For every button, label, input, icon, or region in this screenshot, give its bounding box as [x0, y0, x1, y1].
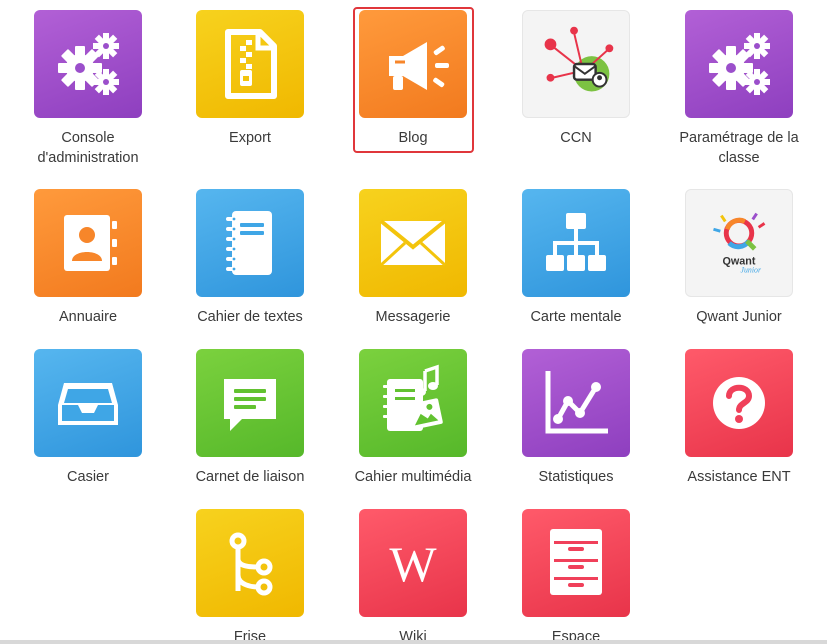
ccn-network-icon [522, 10, 630, 118]
inbox-tray-icon [34, 349, 142, 457]
app-label: Export [229, 130, 271, 146]
app-label: Messagerie [375, 309, 451, 325]
app-label: Assistance ENT [687, 469, 791, 485]
notebook-icon [196, 189, 304, 297]
timeline-branch-icon [196, 509, 304, 617]
wiki-glyph: W [389, 536, 437, 592]
app-label: Carte mentale [530, 309, 622, 325]
drawers-icon [522, 509, 630, 617]
app-label: Statistiques [538, 469, 614, 485]
line-chart-icon [522, 349, 630, 457]
qwant-logo-icon: Qwant Junior [685, 189, 793, 297]
app-label: Annuaire [58, 309, 118, 325]
app-label: Casier [67, 469, 109, 485]
app-label: Blog [398, 130, 428, 146]
gears-icon [685, 10, 793, 118]
app-label: Cahier de textes [197, 309, 303, 325]
app-label: Carnet de liaison [195, 469, 305, 485]
question-icon [685, 349, 793, 457]
app-label: Qwant Junior [696, 309, 782, 325]
megaphone-icon [359, 10, 467, 118]
app-label: Console d'administration [37, 130, 139, 166]
zip-file-icon [196, 10, 304, 118]
sitemap-icon [522, 189, 630, 297]
app-launcher-grid: Console d'administration Export Blog CCN… [0, 0, 827, 644]
address-book-icon [34, 189, 142, 297]
multimedia-notebook-icon [359, 349, 467, 457]
app-label: Cahier multimédia [354, 469, 472, 485]
gears-icon [34, 10, 142, 118]
wikipedia-icon: W [359, 509, 467, 617]
horizontal-scrollbar[interactable] [0, 640, 827, 644]
app-label: Paramétrage de la classe [679, 130, 799, 166]
speech-bubble-icon [196, 349, 304, 457]
qwant-logo-subtext: Junior [741, 265, 762, 274]
app-label: CCN [560, 130, 592, 146]
envelope-icon [359, 189, 467, 297]
